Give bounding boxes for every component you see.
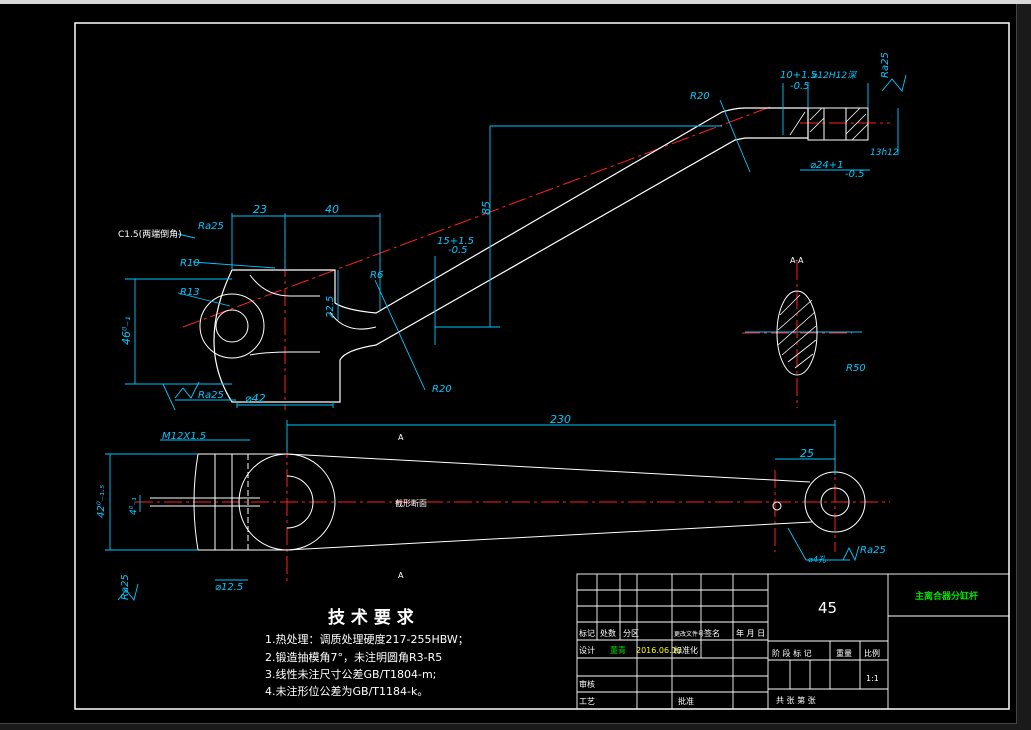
radius-text: R50 (846, 363, 866, 374)
material-text: 45 (818, 599, 837, 617)
section-aa (742, 262, 852, 408)
tb-header: 标记 (579, 628, 595, 638)
dim-text: 85 (480, 201, 493, 215)
tb-label: 阶 段 标 记 (772, 648, 812, 658)
dim-text: 46⁰₋₁ (120, 316, 133, 345)
tb-header: 年 月 日 (736, 628, 765, 638)
section-marker: A (398, 571, 404, 580)
scale-value: 1:1 (866, 674, 879, 683)
radius-text: R20 (690, 91, 710, 102)
dim-text: 13h12 (870, 148, 899, 158)
tb-label: 重量 (836, 648, 852, 658)
cad-drawing-canvas[interactable]: 23 40 85 46⁰₋₁ ⌀42 22.5 10+1.5 -0.5 15+1… (0, 0, 1017, 724)
eye-boss (199, 293, 265, 359)
tb-label: 设计 (579, 645, 595, 655)
radius-text: R10 (180, 258, 200, 269)
dim-text: 40 (325, 203, 339, 216)
horizontal-scrollbar[interactable] (0, 723, 1017, 730)
arm-edge (286, 521, 813, 551)
vertical-scrollbar[interactable] (1016, 4, 1031, 730)
dim-text: -0.5 (790, 81, 810, 92)
chamfer-note: C1.5(两端倒角) (118, 228, 182, 240)
tech-req-item: 1.热处理：调质处理硬度217-255HBW； (265, 632, 469, 646)
lever-outline (213, 107, 809, 403)
tb-header: 处数 (600, 628, 616, 638)
dim-text: ⌀12.5 (215, 582, 243, 593)
dimension-lines-top (105, 420, 860, 601)
dim-text: 23 (253, 203, 267, 216)
dim-text: ⌀24+1 (810, 160, 844, 171)
designer-name: 董青 (610, 645, 626, 655)
tb-label: 比例 (864, 648, 880, 658)
tech-req-item: 3.线性未注尺寸公差GB/T1804-m; (265, 667, 436, 681)
section-label: A-A (790, 256, 804, 265)
top-view (135, 440, 890, 582)
dim-text: 22.5 (325, 296, 336, 318)
radius-texts: R20 R20 R10 R13 R6 R50 (180, 91, 866, 395)
arm-edge (286, 453, 811, 483)
roughness-text: Ra25 (198, 390, 224, 401)
section-note: 截形断面 (395, 498, 427, 508)
section-marker: A (398, 433, 404, 442)
fillet-curve (329, 311, 377, 330)
dimension-lines (125, 74, 907, 411)
roughness-text: Ra25 (860, 545, 886, 556)
dim-text: ⌀42 (245, 392, 266, 405)
dim-text: 230 (550, 413, 571, 426)
dimension-texts: 23 40 85 46⁰₋₁ ⌀42 22.5 10+1.5 -0.5 15+1… (96, 70, 899, 593)
roughness-texts: Ra25 Ra25 Ra25 Ra25 Ra25 (120, 52, 891, 600)
roughness-text: Ra25 (880, 52, 891, 78)
sheet-count: 共 张 第 张 (776, 695, 816, 705)
eye-hole (215, 309, 249, 343)
dim-text: ⌀12H12深 (812, 70, 858, 81)
tech-requirements: 技 术 要 求 1.热处理：调质处理硬度217-255HBW； 2.锻造抽模角7… (265, 607, 469, 698)
tech-req-item: 2.锻造抽模角7°，未注明圆角R3-R5 (265, 650, 442, 664)
small-hole (772, 501, 782, 511)
dim-text: -0.5 (448, 245, 468, 256)
tb-label: 批准 (678, 696, 694, 706)
tb-header: 签名 (704, 628, 720, 638)
tb-label: 标准化 (674, 645, 698, 655)
radius-text: R13 (180, 287, 200, 298)
radius-text: R6 (370, 270, 383, 281)
part-name: 主离合器分缸杆 (915, 590, 978, 602)
tb-label: 工艺 (579, 697, 595, 706)
dim-text: 25 (800, 447, 814, 460)
dim-text: M12X1.5 (162, 431, 206, 442)
tb-label: 审核 (579, 679, 595, 689)
roughness-text: Ra25 (120, 574, 131, 600)
tb-header: 分区 (623, 629, 639, 638)
dim-text: 4⁰₋₁ (129, 497, 139, 515)
dim-text: -0.5 (845, 169, 865, 180)
tech-req-item: 4.未注形位公差为GB/T1184-k。 (265, 684, 428, 698)
tb-header: 更改文件号 (674, 630, 704, 638)
centerline (182, 106, 771, 328)
section-hatching (789, 107, 869, 141)
dim-text: 42⁰₋₁.₅ (96, 485, 107, 518)
radius-text: R20 (432, 384, 452, 395)
dim-text: ⌀4孔 (808, 555, 827, 564)
tech-req-title: 技 术 要 求 (328, 607, 414, 628)
roughness-text: Ra25 (198, 221, 224, 232)
